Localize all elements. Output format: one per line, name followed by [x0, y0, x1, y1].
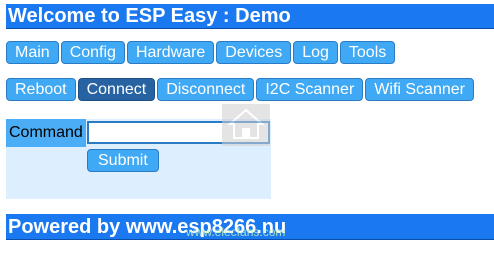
tools-nav: Reboot Connect Disconnect I2C Scanner Wi…	[6, 78, 474, 101]
disconnect-button[interactable]: Disconnect	[157, 78, 255, 101]
nav-log-button[interactable]: Log	[293, 41, 338, 64]
connect-button[interactable]: Connect	[77, 78, 156, 101]
submit-button[interactable]: Submit	[87, 149, 159, 172]
wifi-scanner-button[interactable]: Wifi Scanner	[365, 78, 474, 101]
command-label: Command	[6, 119, 86, 147]
watermark-text: www.elecfans.com	[186, 225, 286, 239]
reboot-button[interactable]: Reboot	[6, 78, 76, 101]
nav-hardware-button[interactable]: Hardware	[126, 41, 215, 64]
nav-config-button[interactable]: Config	[60, 41, 125, 64]
main-nav: Main Config Hardware Devices Log Tools	[6, 41, 396, 64]
nav-main-button[interactable]: Main	[6, 41, 59, 64]
i2c-scanner-button[interactable]: I2C Scanner	[256, 78, 364, 101]
page-title: Welcome to ESP Easy : Demo	[6, 4, 494, 29]
nav-tools-button[interactable]: Tools	[339, 41, 396, 64]
house-logo-icon	[222, 104, 270, 146]
nav-devices-button[interactable]: Devices	[216, 41, 292, 64]
